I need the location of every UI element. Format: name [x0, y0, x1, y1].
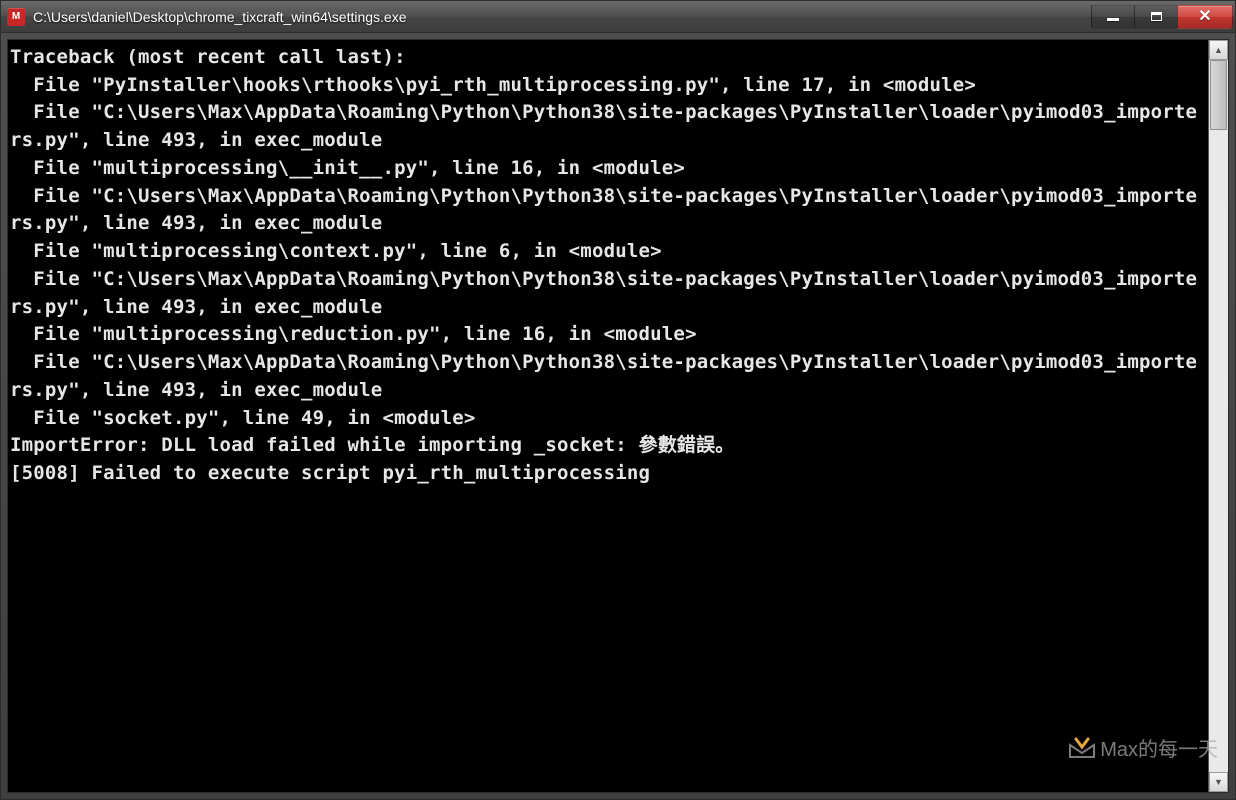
close-button[interactable]: ✕: [1177, 5, 1233, 29]
chevron-down-icon: ▼: [1214, 777, 1223, 787]
window-controls: ✕: [1092, 5, 1233, 29]
maximize-button[interactable]: [1134, 5, 1178, 29]
minimize-icon: [1107, 18, 1119, 21]
scroll-up-button[interactable]: ▲: [1209, 40, 1228, 60]
scroll-down-button[interactable]: ▼: [1209, 772, 1228, 792]
scrollbar-track[interactable]: [1209, 60, 1228, 772]
maximize-icon: [1151, 12, 1162, 21]
console-wrap: Traceback (most recent call last): File …: [7, 39, 1229, 793]
scrollbar-thumb[interactable]: [1210, 60, 1227, 130]
console-window: M C:\Users\daniel\Desktop\chrome_tixcraf…: [0, 0, 1236, 800]
console-output[interactable]: Traceback (most recent call last): File …: [8, 40, 1208, 792]
client-frame: Traceback (most recent call last): File …: [1, 33, 1235, 799]
close-icon: ✕: [1198, 9, 1211, 25]
chevron-up-icon: ▲: [1214, 45, 1223, 55]
minimize-button[interactable]: [1091, 5, 1135, 29]
titlebar[interactable]: M C:\Users\daniel\Desktop\chrome_tixcraf…: [1, 1, 1235, 33]
vertical-scrollbar[interactable]: ▲ ▼: [1208, 40, 1228, 792]
window-title: C:\Users\daniel\Desktop\chrome_tixcraft_…: [33, 9, 1092, 25]
app-icon: M: [7, 8, 25, 26]
